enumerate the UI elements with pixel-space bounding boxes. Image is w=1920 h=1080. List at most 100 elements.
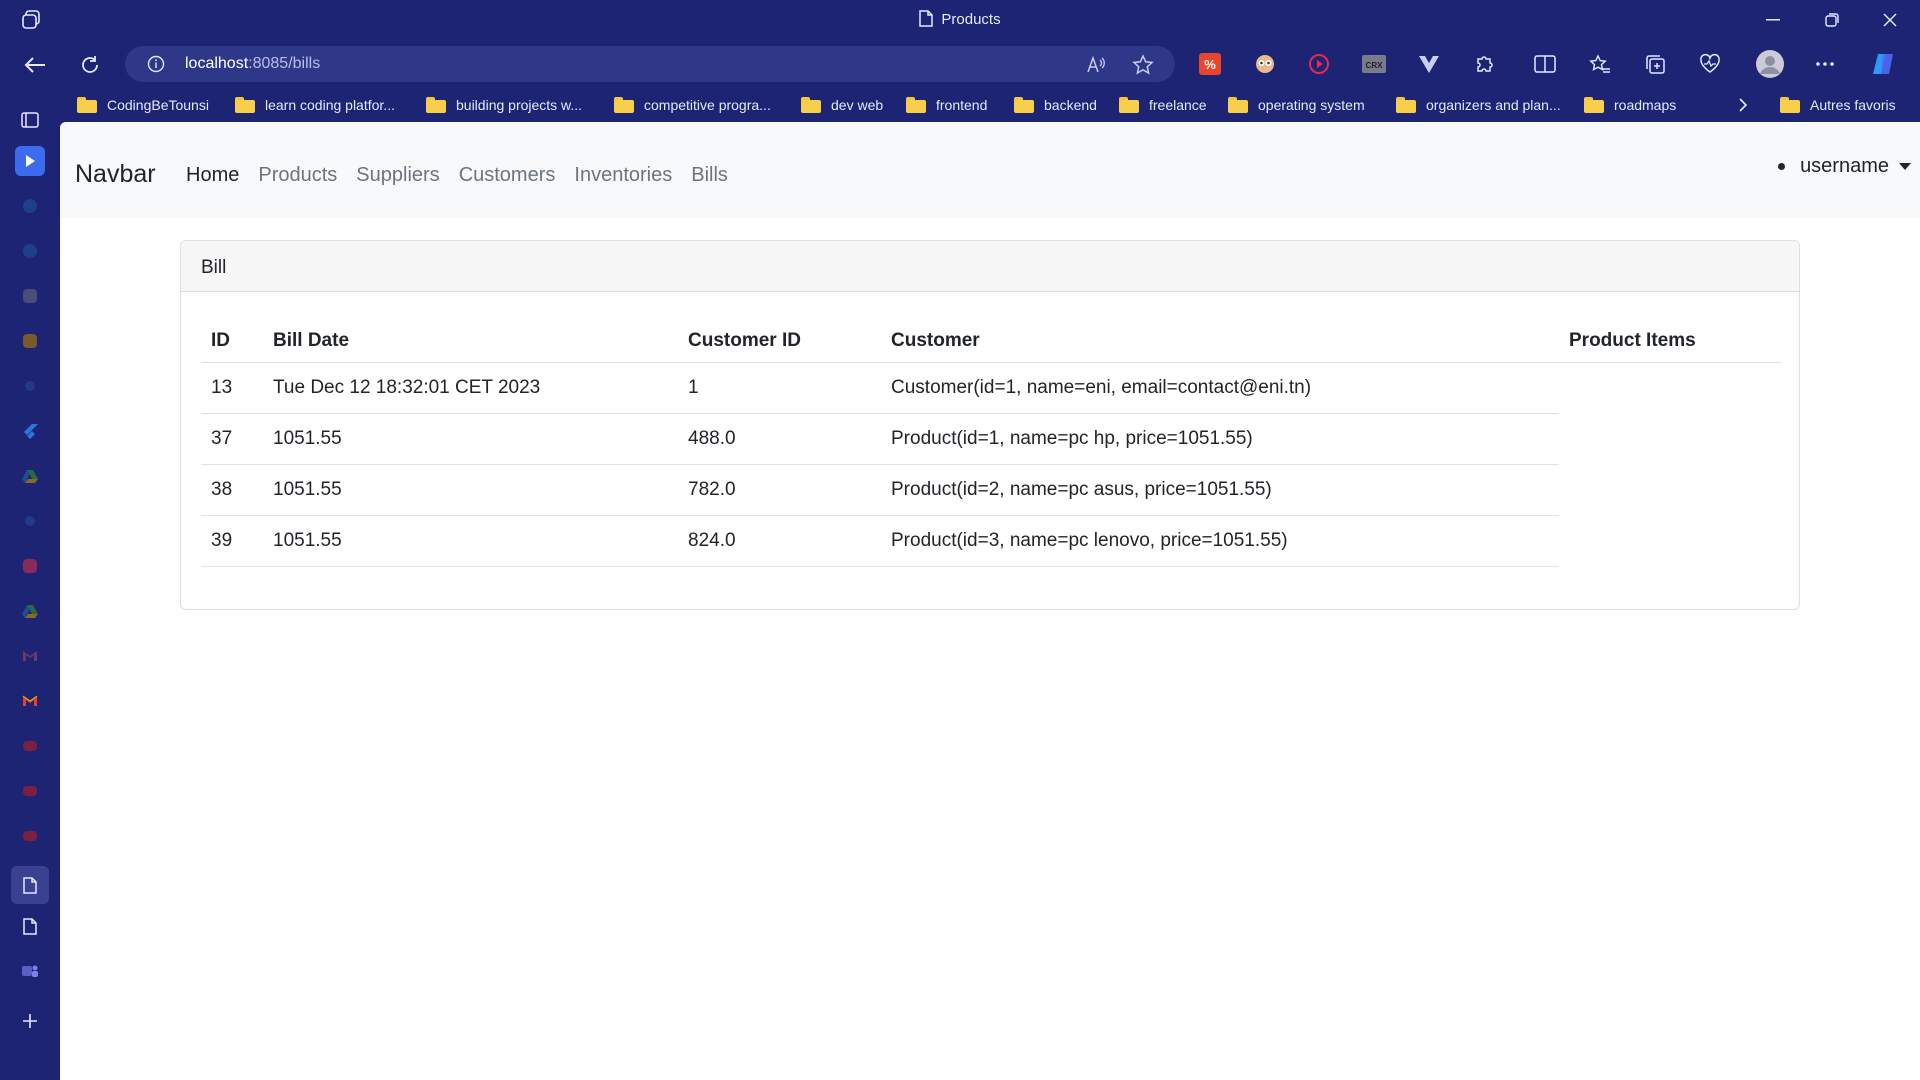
nav-link-bills[interactable]: Bills: [691, 164, 728, 187]
bookmark-folder[interactable]: organizers and plan...: [1396, 94, 1561, 116]
folder-icon: [235, 97, 255, 113]
user-dropdown[interactable]: username: [1778, 155, 1911, 178]
bookmark-label: operating system: [1258, 97, 1365, 113]
table-header-row: ID Bill Date Customer ID Customer Produc…: [201, 312, 1781, 363]
bookmark-folder[interactable]: freelance: [1119, 94, 1207, 116]
extension-owl-icon[interactable]: [1252, 51, 1278, 77]
sidebar-app-icon[interactable]: [15, 281, 45, 311]
bookmark-folder[interactable]: building projects w...: [426, 94, 582, 116]
bookmark-folder[interactable]: competitive progra...: [614, 94, 771, 116]
bookmark-folder[interactable]: frontend: [906, 94, 987, 116]
profile-avatar[interactable]: [1755, 49, 1785, 79]
document-icon: [919, 10, 934, 31]
restore-button[interactable]: [1804, 6, 1860, 34]
svg-text:%: %: [1204, 57, 1216, 72]
bookmark-label: competitive progra...: [644, 97, 771, 113]
cell-customer-id: 824.0: [678, 515, 881, 567]
nav-link-customers[interactable]: Customers: [459, 164, 556, 187]
url-text[interactable]: localhost:8085/bills: [185, 55, 320, 73]
sidebar-gmail-icon[interactable]: [15, 641, 45, 671]
bookmark-label: learn coding platfor...: [265, 97, 395, 113]
sidebar-teams-icon[interactable]: [15, 956, 45, 986]
bookmark-folder[interactable]: operating system: [1228, 94, 1365, 116]
sidebar-youtube-icon[interactable]: [15, 731, 45, 761]
sidebar-app-icon[interactable]: [15, 326, 45, 356]
sidebar-search-icon[interactable]: [15, 506, 45, 536]
extension-vue-icon[interactable]: [1416, 51, 1442, 77]
nav-link-inventories[interactable]: Inventories: [574, 164, 672, 187]
bookmark-label: building projects w...: [456, 97, 583, 113]
read-aloud-icon[interactable]: [1085, 54, 1107, 76]
cell-customer-id: 782.0: [678, 464, 881, 516]
bookmark-folder[interactable]: dev web: [801, 94, 883, 116]
sidebar-flutter-icon[interactable]: [15, 416, 45, 446]
more-menu-icon[interactable]: [1812, 51, 1838, 77]
sidebar-add-icon[interactable]: [15, 1006, 45, 1036]
navbar-brand[interactable]: Navbar: [75, 160, 156, 189]
sidebar-gmail-icon[interactable]: [15, 686, 45, 716]
sidebar-youtube-icon[interactable]: [15, 821, 45, 851]
sidebar-youtube-icon[interactable]: [15, 776, 45, 806]
split-screen-icon[interactable]: [1532, 51, 1558, 77]
window-title-text: Products: [941, 11, 1001, 28]
sidebar-document-active[interactable]: [11, 866, 49, 904]
cell-id: 39: [201, 515, 263, 567]
nav-link-products[interactable]: Products: [258, 164, 337, 187]
user-bullet-icon: [1778, 163, 1786, 170]
bookmark-label: CodingBeTounsi: [107, 97, 209, 113]
close-window-button[interactable]: [1862, 6, 1918, 34]
bookmark-label: freelance: [1149, 97, 1207, 113]
favorites-icon[interactable]: [1587, 51, 1613, 77]
username-label: username: [1800, 155, 1889, 177]
sidebar-app-icon[interactable]: [15, 551, 45, 581]
bookmark-folder[interactable]: roadmaps: [1584, 94, 1676, 116]
extensions-puzzle-icon[interactable]: [1471, 51, 1497, 77]
site-info-icon[interactable]: [147, 55, 165, 78]
bookmark-folder[interactable]: learn coding platfor...: [235, 94, 395, 116]
tab-actions-icon[interactable]: [15, 105, 45, 135]
sidebar-app-active[interactable]: [15, 146, 45, 176]
bookmark-label: organizers and plan...: [1426, 97, 1561, 113]
sidebar-app-icon[interactable]: [15, 191, 45, 221]
bookmark-label: dev web: [831, 97, 884, 113]
cell-customer: Product(id=2, name=pc asus, price=1051.5…: [881, 464, 1559, 516]
extension-crx-icon[interactable]: CRX: [1361, 51, 1387, 77]
browser-essentials-icon[interactable]: [1697, 51, 1723, 77]
nav-links: Home Products Suppliers Customers Invent…: [186, 164, 747, 187]
other-favorites-folder[interactable]: Autres favoris: [1780, 94, 1896, 116]
cell-id: 13: [201, 362, 263, 414]
collections-icon[interactable]: [1642, 51, 1668, 77]
minimize-button[interactable]: [1745, 6, 1801, 34]
favorite-star-icon[interactable]: [1132, 54, 1154, 76]
browser-toolbar: localhost:8085/bills % CRX: [0, 40, 1920, 88]
card-body: ID Bill Date Customer ID Customer Produc…: [181, 292, 1799, 587]
sidebar-search-icon[interactable]: [15, 371, 45, 401]
bookmarks-bar: CodingBeTounsi learn coding platfor... b…: [60, 88, 1920, 122]
folder-icon: [1584, 97, 1604, 113]
column-header-customer: Customer: [881, 312, 1559, 363]
nav-link-home[interactable]: Home: [186, 164, 239, 187]
bookmark-label: backend: [1044, 97, 1097, 113]
folder-icon: [1780, 97, 1800, 113]
nav-link-suppliers[interactable]: Suppliers: [356, 164, 439, 187]
app-navbar: Navbar Home Products Suppliers Customers…: [60, 122, 1920, 218]
cell-id: 38: [201, 464, 263, 516]
copilot-icon[interactable]: [1870, 51, 1896, 77]
bookmarks-overflow-chevron-icon[interactable]: [1738, 94, 1748, 116]
sidebar-drive-icon[interactable]: [15, 461, 45, 491]
back-button[interactable]: [20, 50, 50, 80]
bookmark-folder[interactable]: CodingBeTounsi: [77, 94, 209, 116]
extension-play-icon[interactable]: [1306, 51, 1332, 77]
folder-icon: [77, 97, 97, 113]
sidebar-document-icon[interactable]: [15, 911, 45, 941]
extension-percent-icon[interactable]: %: [1197, 51, 1223, 77]
bookmark-label: frontend: [936, 97, 988, 113]
sidebar-drive-icon[interactable]: [15, 596, 45, 626]
bookmark-folder[interactable]: backend: [1014, 94, 1097, 116]
cell-bill-date: 1051.55: [263, 464, 678, 516]
cell-customer: Product(id=1, name=pc hp, price=1051.55): [881, 413, 1559, 465]
cell-customer: Customer(id=1, name=eni, email=contact@e…: [881, 362, 1559, 414]
address-bar[interactable]: localhost:8085/bills: [125, 46, 1175, 82]
sidebar-app-icon[interactable]: [15, 236, 45, 266]
refresh-button[interactable]: [75, 50, 105, 80]
